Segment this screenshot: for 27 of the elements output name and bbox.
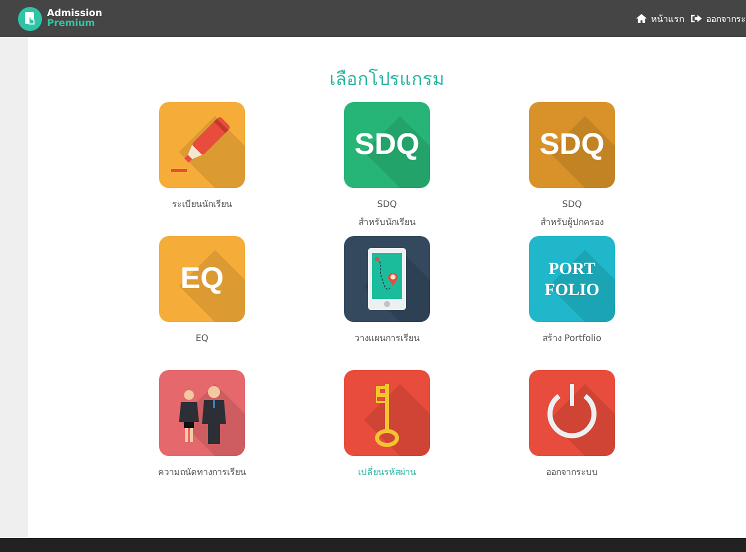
program-link[interactable]: EQ [196, 330, 208, 348]
program-tile[interactable] [344, 370, 430, 456]
brand-name: Admission [47, 8, 102, 18]
tile-text: SDQ [354, 128, 420, 162]
program-link[interactable]: ออกจากระบบ [546, 464, 598, 482]
tile-text: PORT [548, 258, 596, 279]
program-tile[interactable] [159, 102, 245, 188]
home-link[interactable]: หน้าแรก [636, 12, 684, 26]
key-icon [374, 382, 400, 446]
page-title: เลือกโปรแกรม [330, 68, 444, 92]
sign-out-icon [691, 14, 702, 23]
brand-subtitle: Premium [47, 18, 96, 28]
program-link[interactable]: SDQ สำหรับผู้ปกครอง [540, 196, 604, 232]
program-tile[interactable] [159, 370, 245, 456]
program-tile[interactable] [529, 370, 615, 456]
logo-icon [18, 6, 42, 30]
tile-text: SDQ [539, 128, 604, 162]
home-icon [636, 14, 647, 23]
tile-text: EQ [180, 262, 224, 296]
program-link[interactable]: SDQ สำหรับนักเรียน [358, 196, 416, 232]
logout-link[interactable]: ออกจากระ [691, 12, 746, 26]
program-link[interactable]: สร้าง Portfolio [542, 330, 602, 348]
program-link[interactable]: วางแผนการเรียน [354, 330, 420, 348]
tile-text: FOLIO [544, 279, 600, 300]
program-link[interactable]: ระเบียนนักเรียน [172, 196, 232, 214]
program-link[interactable]: ความถนัดทางการเรียน [158, 464, 246, 482]
program-tile[interactable] [344, 236, 430, 322]
